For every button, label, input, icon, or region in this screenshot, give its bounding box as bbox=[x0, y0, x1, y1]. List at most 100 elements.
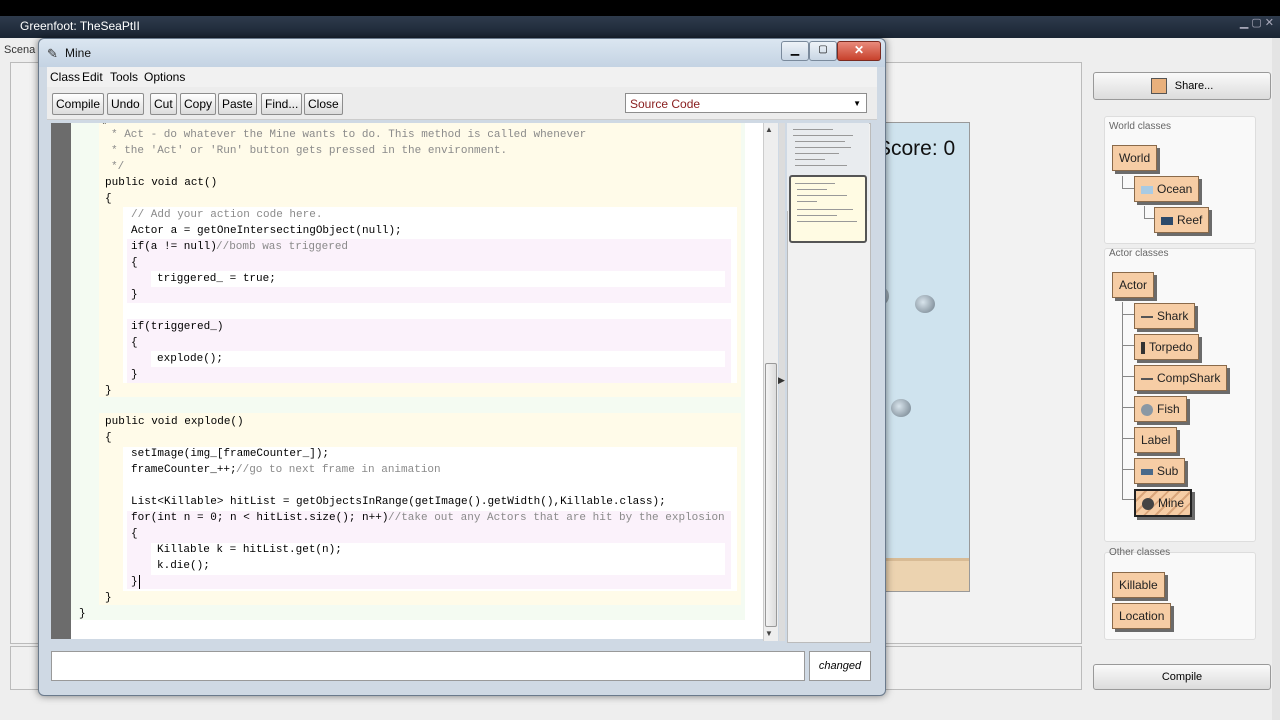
nav-code-line bbox=[793, 135, 853, 136]
class-torpedo[interactable]: Torpedo bbox=[1134, 334, 1200, 360]
code-line: } bbox=[105, 385, 112, 397]
copy-button[interactable]: Copy bbox=[180, 93, 217, 115]
menu-class[interactable]: Class bbox=[50, 70, 80, 84]
cut-button[interactable]: Cut bbox=[150, 93, 177, 115]
tree-connector bbox=[1122, 438, 1134, 439]
code-line: * the 'Act' or 'Run' button gets pressed… bbox=[111, 145, 508, 157]
class-compshark-label: CompShark bbox=[1157, 371, 1221, 385]
tree-connector bbox=[1144, 218, 1154, 219]
mine-icon bbox=[1142, 497, 1154, 510]
nav-code-line bbox=[795, 141, 845, 142]
code-line: { bbox=[131, 528, 138, 540]
class-location[interactable]: Location bbox=[1112, 603, 1172, 629]
menu-tools[interactable]: Tools bbox=[110, 70, 138, 84]
class-mine-label: Mine bbox=[1158, 496, 1185, 510]
scrollbar-thumb[interactable] bbox=[765, 363, 777, 627]
code-line: * Act - do whatever the Mine wants to do… bbox=[111, 129, 587, 141]
tree-connector bbox=[1122, 314, 1134, 315]
code-editor[interactable]: * * Act - do whatever the Mine wants to … bbox=[51, 123, 767, 639]
class-killable[interactable]: Killable bbox=[1112, 572, 1165, 598]
code-comment: //take out any Actors that are hit by th… bbox=[388, 512, 725, 524]
ocean-icon bbox=[1141, 185, 1153, 194]
fish-actor-icon bbox=[891, 399, 911, 417]
view-mode-value: Source Code bbox=[630, 97, 701, 111]
code-comment: //bomb was triggered bbox=[216, 241, 349, 253]
minimize-button[interactable]: ▁ bbox=[781, 41, 809, 61]
menu-options[interactable]: Options bbox=[144, 70, 185, 84]
share-button[interactable]: Share... bbox=[1093, 72, 1271, 100]
class-mine-selected[interactable]: Mine bbox=[1134, 489, 1193, 517]
maximize-button[interactable]: ▢ bbox=[809, 41, 837, 61]
editor-toolbar: Compile Undo Cut Copy Paste Find... Clos… bbox=[47, 87, 877, 120]
class-reef[interactable]: Reef bbox=[1154, 207, 1210, 233]
nav-code-line bbox=[797, 195, 847, 196]
code-line: // Add your action code here. bbox=[131, 209, 323, 221]
find-button[interactable]: Find... bbox=[261, 93, 303, 115]
code-line: k.die(); bbox=[157, 560, 210, 572]
reef-icon bbox=[1161, 216, 1173, 225]
tree-connector bbox=[1144, 206, 1145, 218]
greenfoot-window-title: Greenfoot: TheSeaPtII bbox=[20, 19, 140, 33]
class-label[interactable]: Label bbox=[1134, 427, 1178, 453]
nav-code-line bbox=[795, 165, 847, 166]
shark-icon bbox=[1141, 315, 1153, 318]
view-mode-select[interactable]: Source Code ▼ bbox=[625, 93, 867, 113]
dropdown-arrow-icon: ▼ bbox=[853, 99, 861, 108]
menu-edit[interactable]: Edit bbox=[82, 70, 103, 84]
class-shark[interactable]: Shark bbox=[1134, 303, 1196, 329]
code-line: if(a != null) bbox=[131, 241, 217, 253]
close-window-button[interactable]: ✕ bbox=[837, 41, 881, 61]
fish-icon bbox=[1141, 403, 1153, 416]
paste-button[interactable]: Paste bbox=[218, 93, 257, 115]
line-gutter bbox=[51, 123, 71, 639]
class-reef-label: Reef bbox=[1177, 213, 1203, 227]
other-classes-label: Other classes bbox=[1109, 547, 1171, 558]
editor-titlebar[interactable] bbox=[39, 39, 885, 67]
world-classes-label: World classes bbox=[1109, 121, 1172, 132]
class-location-label: Location bbox=[1119, 609, 1165, 623]
greenfoot-window-controls[interactable]: ▁ ▢ ✕ bbox=[1240, 16, 1274, 29]
code-comment: //go to next frame in animation bbox=[236, 464, 441, 476]
compile-button[interactable]: Compile bbox=[52, 93, 105, 115]
code-line: Actor a = getOneIntersectingObject(null)… bbox=[131, 225, 402, 237]
class-fish[interactable]: Fish bbox=[1134, 396, 1187, 422]
class-actor[interactable]: Actor bbox=[1112, 272, 1155, 298]
class-ocean[interactable]: Ocean bbox=[1134, 176, 1200, 202]
code-line: */ bbox=[111, 161, 125, 173]
class-compshark[interactable]: CompShark bbox=[1134, 365, 1228, 391]
scroll-down-icon[interactable]: ▼ bbox=[765, 629, 773, 638]
code-line: { bbox=[131, 257, 138, 269]
collapse-arrow-icon[interactable]: ▶ bbox=[778, 375, 785, 386]
nav-code-line bbox=[797, 189, 827, 190]
code-line: if(triggered_) bbox=[131, 321, 224, 333]
code-line: setImage(img_[frameCounter_]); bbox=[131, 448, 330, 460]
tree-connector bbox=[1122, 176, 1123, 188]
share-icon bbox=[1150, 78, 1167, 95]
actor-classes-label: Actor classes bbox=[1109, 248, 1169, 259]
menu-scenario[interactable]: Scena bbox=[4, 44, 35, 56]
status-message-field bbox=[51, 651, 805, 681]
scroll-up-icon[interactable]: ▲ bbox=[765, 125, 773, 134]
class-label-label: Label bbox=[1141, 433, 1171, 447]
right-window-edge bbox=[1272, 38, 1280, 720]
class-sub[interactable]: Sub bbox=[1134, 458, 1186, 484]
code-line: * bbox=[101, 123, 108, 132]
code-line: triggered_ = true; bbox=[157, 273, 276, 285]
code-line: { bbox=[105, 432, 112, 444]
navigation-view-viewport[interactable] bbox=[789, 175, 867, 243]
nav-code-line bbox=[795, 183, 835, 184]
nav-code-line bbox=[797, 221, 857, 222]
class-world-label: World bbox=[1119, 151, 1151, 165]
share-label: Share... bbox=[1174, 80, 1214, 92]
undo-button[interactable]: Undo bbox=[107, 93, 144, 115]
code-line: Killable k = hitList.get(n); bbox=[157, 544, 342, 556]
tree-connector bbox=[1122, 469, 1134, 470]
close-button[interactable]: Close bbox=[304, 93, 343, 115]
compile-all-button[interactable]: Compile bbox=[1093, 664, 1271, 690]
class-world[interactable]: World bbox=[1112, 145, 1158, 171]
editor-title: Mine bbox=[65, 46, 92, 60]
tree-connector bbox=[1122, 407, 1134, 408]
if-triggered-body bbox=[151, 351, 725, 367]
greenfoot-app-icon: ✎ bbox=[47, 46, 58, 61]
nav-code-line bbox=[795, 153, 839, 154]
